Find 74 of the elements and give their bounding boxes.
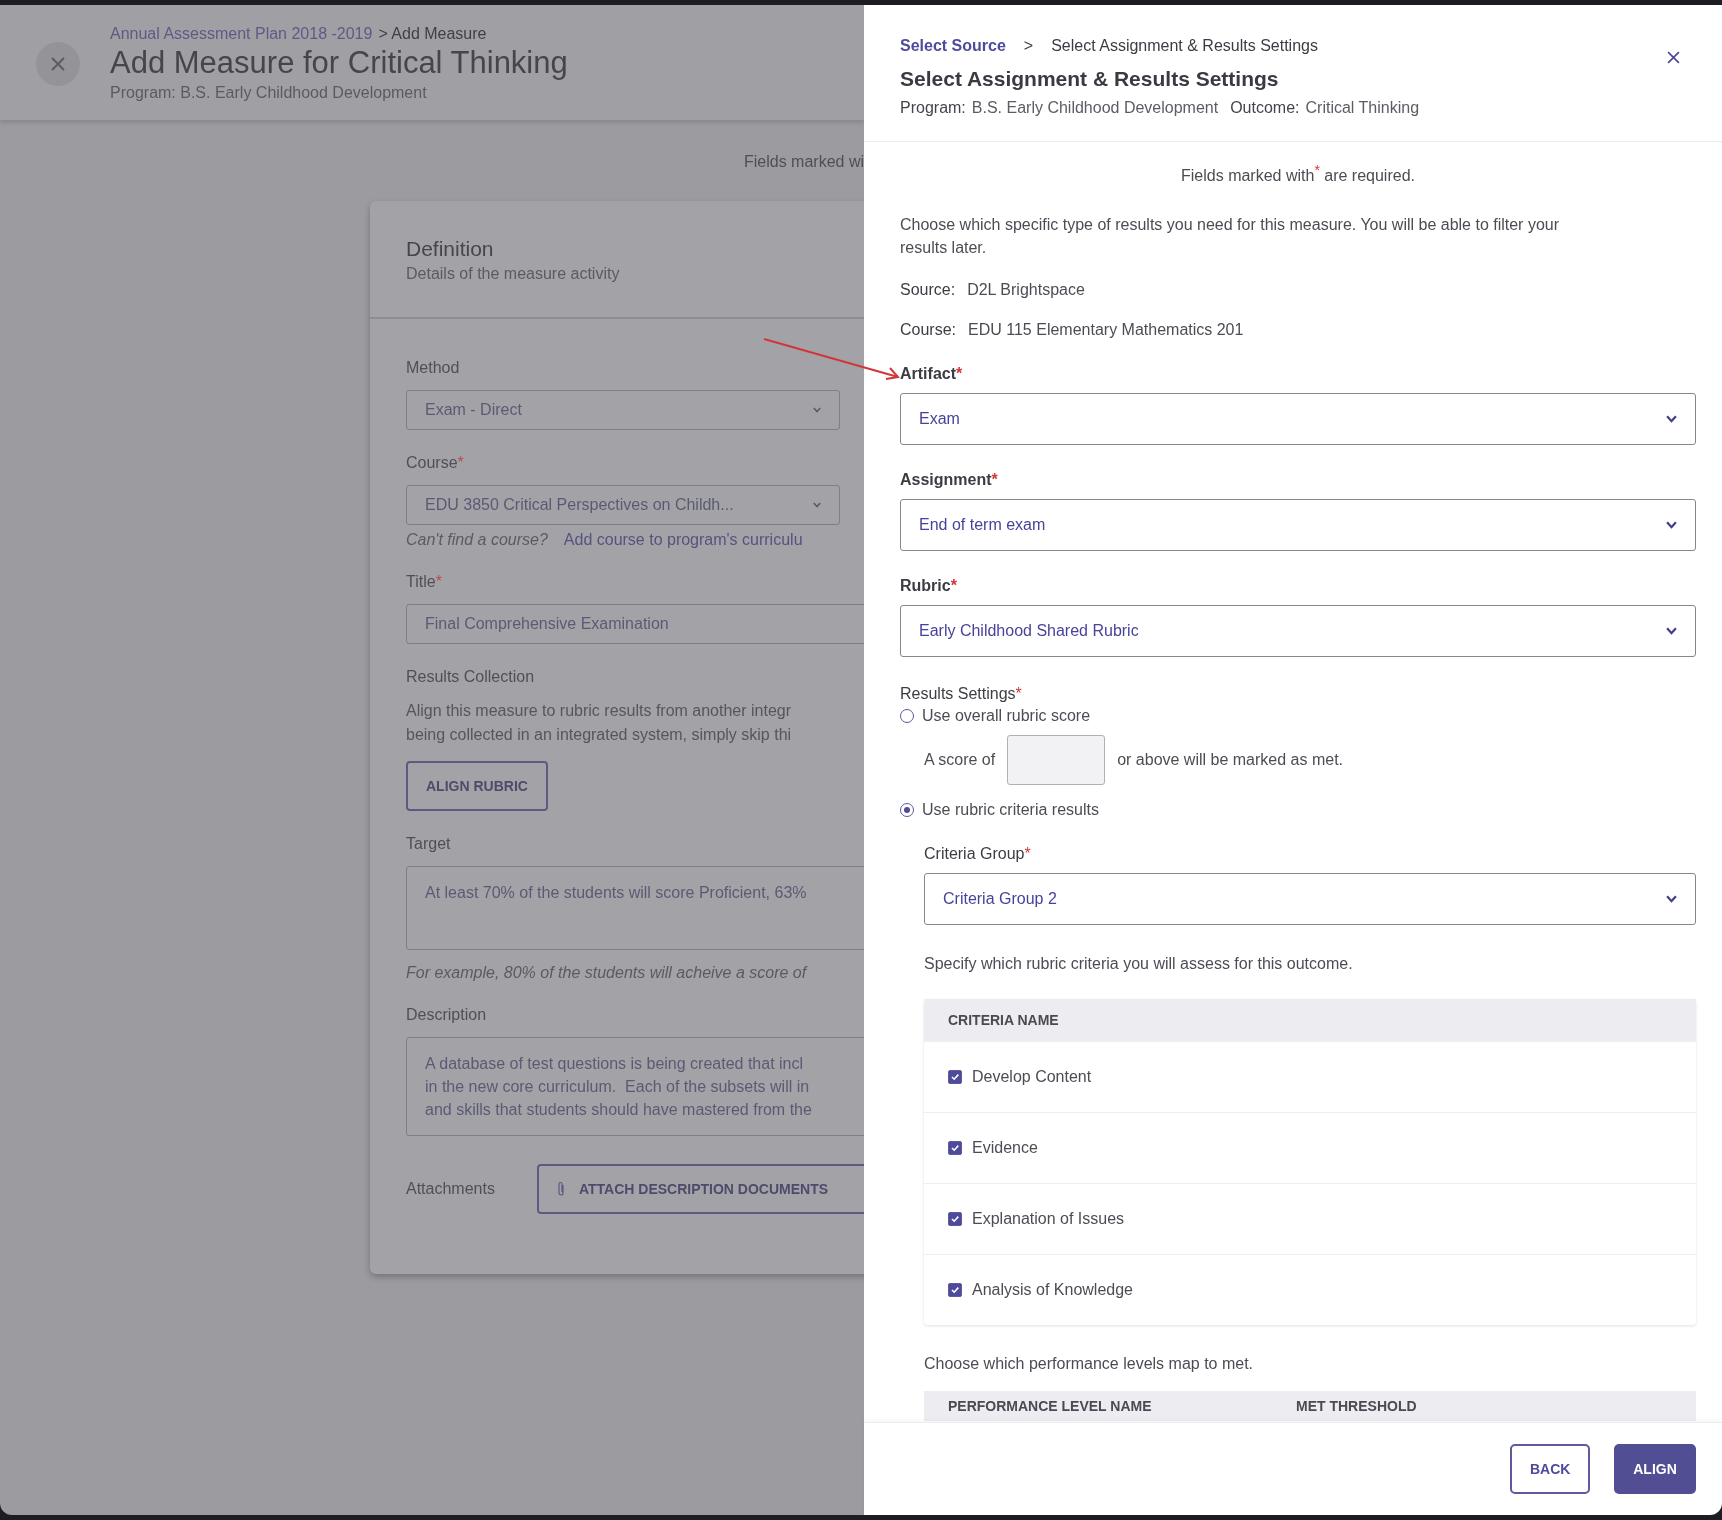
required-note: Fields marked with$^{*}$ are required. bbox=[1180, 162, 1416, 186]
breadcrumb-separator: > bbox=[1023, 37, 1034, 55]
field-label: Attachments bbox=[406, 1180, 495, 1198]
instruction-text: Choose which specific type of results you need for this measure. You will be able to filter your results later. bbox=[900, 215, 1560, 259]
chevron-down-icon bbox=[813, 407, 821, 413]
field-label: Method bbox=[406, 359, 461, 377]
hint-text: For example, 80% of the students will acheive a score of bbox=[406, 964, 809, 982]
description-text: Align this measure to rubric results from another integr bbox=[406, 701, 793, 721]
score-label: A score of bbox=[924, 751, 996, 770]
meta-label: Outcome: bbox=[1230, 99, 1300, 116]
required-note: Fields marked wi bbox=[742, 152, 864, 171]
info-label: Course: bbox=[900, 321, 957, 339]
info-value: D2L Brightspace bbox=[967, 281, 1085, 299]
criteria-name: Explanation of Issues bbox=[972, 1210, 1125, 1229]
field-label: Course* bbox=[406, 454, 465, 472]
checkmark-icon bbox=[950, 1072, 960, 1083]
field-label: Artifact* bbox=[900, 365, 964, 384]
score-label: or above will be marked as met. bbox=[1117, 751, 1344, 770]
align-button[interactable]: ALIGN bbox=[1614, 1444, 1696, 1494]
checkmark-icon bbox=[950, 1214, 960, 1225]
chevron-down-icon bbox=[813, 502, 821, 508]
page-title: Add Measure for Critical Thinking bbox=[110, 45, 568, 81]
program-label: Program: B.S. Early Childhood Development bbox=[110, 84, 428, 102]
field-label: Criteria Group* bbox=[924, 845, 1032, 864]
info-label: Source: bbox=[900, 281, 956, 299]
meta-value: B.S. Early Childhood Development bbox=[971, 99, 1219, 116]
column-header: PERFORMANCE LEVEL NAME bbox=[948, 1398, 1153, 1415]
field-label: Title* bbox=[406, 573, 443, 591]
field-label: Description bbox=[406, 1006, 488, 1024]
dropdown[interactable]: Criteria Group 2 bbox=[924, 873, 1696, 926]
field-label: Rubric* bbox=[900, 577, 958, 596]
back-button[interactable]: BACK bbox=[1510, 1444, 1590, 1494]
breadcrumb-link[interactable]: Select Source bbox=[900, 37, 1006, 55]
checkbox[interactable] bbox=[948, 1070, 962, 1085]
dropdown[interactable]: End of term exam bbox=[900, 499, 1696, 552]
criteria-name: Develop Content bbox=[972, 1068, 1092, 1087]
chevron-down-icon bbox=[1666, 415, 1677, 424]
radio-option[interactable]: Use overall rubric score bbox=[900, 707, 1696, 726]
score-field[interactable] bbox=[1007, 735, 1106, 786]
column-header: CRITERIA NAME bbox=[948, 1012, 1059, 1029]
field-label: Assignment* bbox=[900, 471, 999, 490]
dropdown[interactable]: Early Childhood Shared Rubric bbox=[900, 605, 1696, 658]
description-text: being collected in an integrated system, simply skip thi bbox=[406, 725, 793, 745]
breadcrumb-current: Select Assignment & Results Settings bbox=[1051, 37, 1318, 55]
chevron-down-icon bbox=[1666, 521, 1677, 530]
paperclip-drawing bbox=[556, 1181, 565, 1197]
dropdown[interactable]: Exam bbox=[900, 393, 1696, 446]
column-header: MET THRESHOLD bbox=[1296, 1398, 1418, 1415]
close-icon bbox=[1667, 51, 1680, 64]
chevron-down-icon bbox=[1666, 895, 1677, 904]
checkmark-icon bbox=[950, 1285, 960, 1296]
close-icon bbox=[51, 56, 65, 71]
chevron-down-icon bbox=[1666, 627, 1677, 636]
field-label: Results Collection bbox=[406, 668, 536, 686]
info-value: EDU 115 Elementary Mathematics 201 bbox=[968, 321, 1244, 339]
card-subtitle: Details of the measure activity bbox=[406, 265, 621, 283]
checkmark-icon bbox=[950, 1143, 960, 1154]
checkbox[interactable] bbox=[948, 1283, 962, 1298]
close-button[interactable] bbox=[1665, 49, 1682, 66]
meta-label: Program: bbox=[900, 99, 966, 116]
instruction-text: Choose which performance levels map to met. bbox=[924, 1355, 1255, 1374]
breadcrumb-current: > Add Measure bbox=[378, 25, 487, 42]
card-title: Definition bbox=[406, 237, 495, 261]
field-label: Target bbox=[406, 835, 452, 853]
checkbox[interactable] bbox=[948, 1212, 962, 1227]
hint-text: Can't find a course? bbox=[406, 531, 548, 548]
panel-title: Select Assignment & Results Settings bbox=[900, 67, 1280, 91]
instruction-text: Specify which rubric criteria you will assess for this outcome. bbox=[924, 955, 1354, 974]
meta-value: Critical Thinking bbox=[1305, 99, 1420, 116]
radio-option[interactable]: Use rubric criteria results bbox=[900, 801, 1696, 820]
checkbox[interactable] bbox=[948, 1141, 962, 1156]
field-label: Results Settings* bbox=[900, 685, 1023, 704]
criteria-name: Analysis of Knowledge bbox=[972, 1281, 1133, 1300]
criteria-name: Evidence bbox=[972, 1139, 1038, 1158]
